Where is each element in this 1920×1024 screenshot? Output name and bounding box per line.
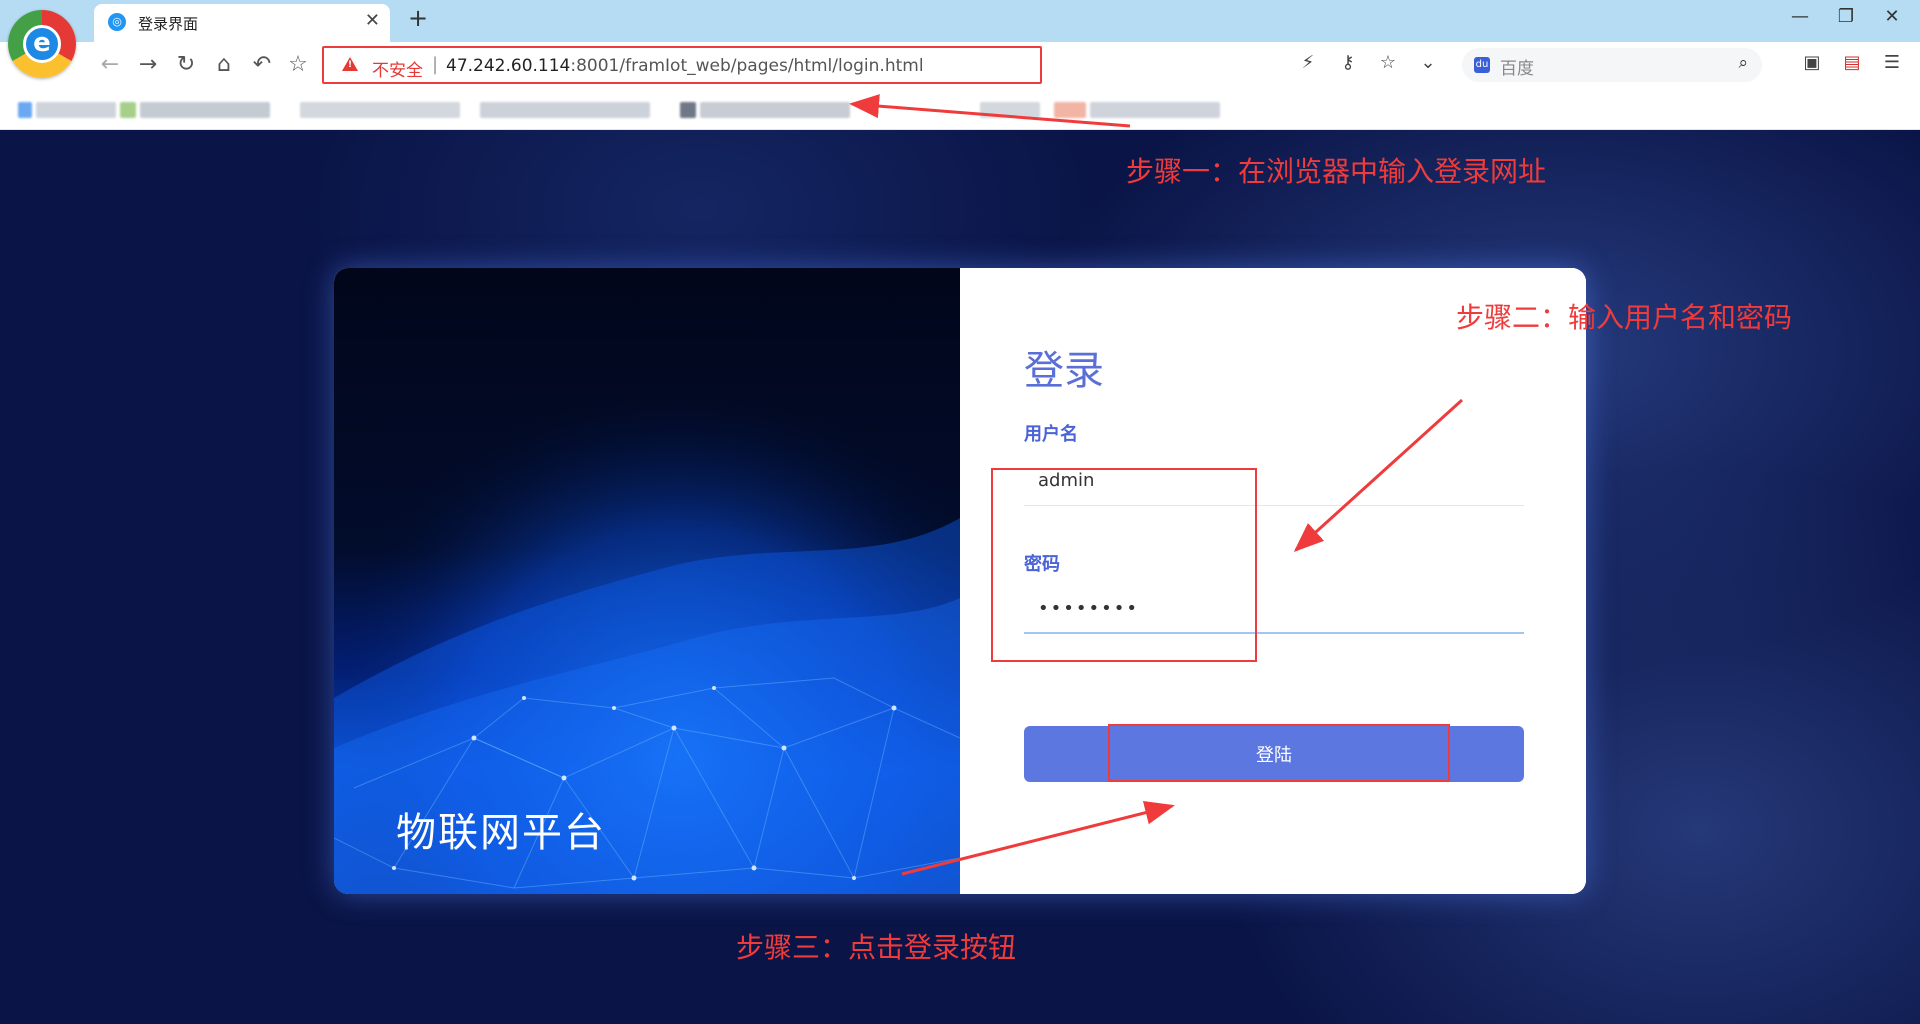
bookmark-blur[interactable] bbox=[120, 102, 136, 118]
credentials-highlight-box bbox=[991, 468, 1257, 662]
browser-logo: e bbox=[8, 10, 76, 78]
tab-bar: ◎ 登录界面 ✕ + — ❐ ✕ bbox=[0, 0, 1920, 42]
chevron-down-icon[interactable]: ⌄ bbox=[1414, 52, 1442, 73]
forward-icon[interactable]: → bbox=[132, 50, 164, 80]
url-text: 47.242.60.114:8001/framIot_web/pages/htm… bbox=[446, 56, 924, 76]
login-card: 物联网平台 登录 用户名 密码 登陆 bbox=[334, 268, 1586, 894]
bookmark-blur[interactable] bbox=[36, 102, 116, 118]
bookmark-blur[interactable] bbox=[1090, 102, 1220, 118]
tab-title: 登录界面 bbox=[138, 15, 199, 33]
bookmark-blur[interactable] bbox=[140, 102, 270, 118]
menu-icon[interactable]: ☰ bbox=[1878, 52, 1906, 73]
close-tab-icon[interactable]: ✕ bbox=[365, 10, 380, 31]
close-window-icon[interactable]: ✕ bbox=[1872, 6, 1912, 27]
search-box[interactable]: du 百度 ⌕ bbox=[1462, 48, 1762, 82]
reload-icon[interactable]: ↻ bbox=[170, 50, 202, 80]
step3-annotation: 步骤三：点击登录按钮 bbox=[736, 931, 1017, 964]
key-icon[interactable]: ⚷ bbox=[1334, 52, 1362, 73]
back-icon[interactable]: ← bbox=[94, 50, 126, 80]
address-separator: | bbox=[432, 54, 439, 75]
bookmark-blur[interactable] bbox=[980, 102, 1040, 118]
bookmark-blur[interactable] bbox=[700, 102, 850, 118]
browser-toolbar: ← → ↻ ⌂ ↶ ☆ ! 不安全 | 47.242.60.114:8001/f… bbox=[0, 42, 1920, 88]
hero-panel: 物联网平台 bbox=[334, 268, 960, 894]
login-button-highlight-box bbox=[1108, 724, 1450, 782]
undo-icon[interactable]: ↶ bbox=[246, 50, 278, 80]
bookmarks-bar bbox=[0, 88, 1920, 130]
bookmark-blur[interactable] bbox=[480, 102, 650, 118]
bookmark-blur[interactable] bbox=[680, 102, 696, 118]
lightning-icon[interactable]: ⚡ bbox=[1294, 52, 1322, 73]
bookmark-blur[interactable] bbox=[18, 102, 32, 118]
extension-icon[interactable]: ▣ bbox=[1798, 52, 1826, 73]
search-icon[interactable]: ⌕ bbox=[1738, 53, 1748, 73]
minimize-icon[interactable]: — bbox=[1780, 6, 1820, 27]
username-label: 用户名 bbox=[1024, 424, 1078, 445]
new-tab-button[interactable]: + bbox=[408, 4, 428, 32]
login-title: 登录 bbox=[1024, 348, 1104, 394]
star-icon[interactable]: ☆ bbox=[282, 50, 314, 80]
platform-name: 物联网平台 bbox=[396, 810, 606, 856]
warning-icon: ! bbox=[342, 57, 358, 71]
home-icon[interactable]: ⌂ bbox=[208, 50, 240, 80]
bookmark-blur[interactable] bbox=[1054, 102, 1086, 118]
step2-annotation: 步骤二：输入用户名和密码 bbox=[1456, 301, 1793, 334]
restore-icon[interactable]: ❐ bbox=[1826, 6, 1866, 27]
pdf-icon[interactable]: ▤ bbox=[1838, 52, 1866, 73]
search-placeholder: 百度 bbox=[1500, 59, 1534, 79]
bookmark-blur[interactable] bbox=[300, 102, 460, 118]
baidu-icon: du bbox=[1474, 57, 1490, 73]
browser-tab[interactable]: ◎ 登录界面 ✕ bbox=[94, 4, 390, 42]
insecure-label: 不安全 bbox=[372, 61, 423, 81]
bookmark-star-icon[interactable]: ☆ bbox=[1374, 52, 1402, 73]
url-host: 47.242.60.114 bbox=[446, 56, 571, 76]
step1-annotation: 步骤一：在浏览器中输入登录网址 bbox=[1126, 155, 1547, 188]
url-path: :8001/framIot_web/pages/html/login.html bbox=[570, 56, 924, 76]
address-bar[interactable]: ! 不安全 | 47.242.60.114:8001/framIot_web/p… bbox=[322, 46, 1042, 84]
globe-icon: ◎ bbox=[108, 13, 126, 31]
